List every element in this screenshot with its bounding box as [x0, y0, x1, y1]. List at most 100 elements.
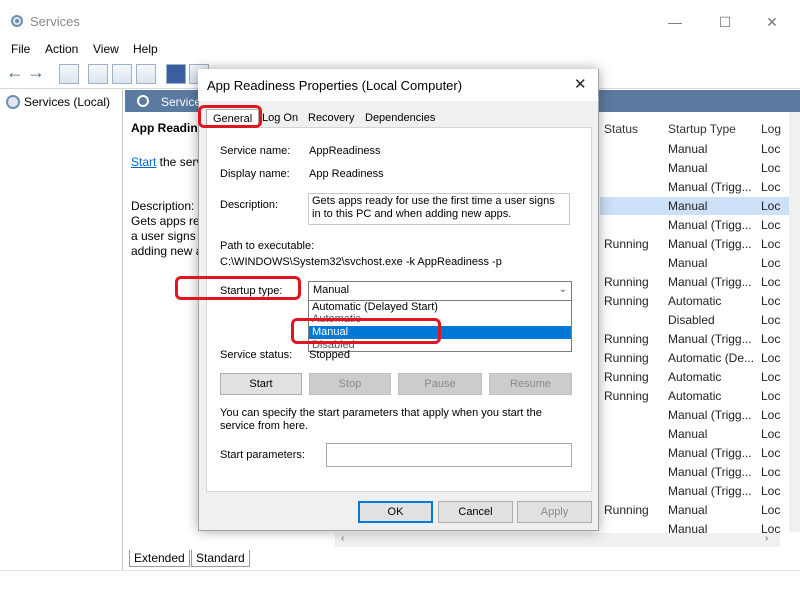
startup-type-value: Manual — [313, 284, 350, 296]
selected-service-title: App Readine — [131, 121, 205, 135]
table-cell-startup[interactable]: Automatic (De... — [668, 351, 754, 365]
close-icon[interactable]: ✕ — [574, 75, 587, 93]
menu-file[interactable]: File — [11, 42, 30, 56]
export-icon[interactable] — [136, 64, 156, 84]
table-cell-startup[interactable]: Manual (Trigg... — [668, 484, 752, 498]
description-line: adding new a — [131, 244, 203, 258]
minimize-icon[interactable]: — — [660, 8, 690, 36]
startup-type-select[interactable]: Manual ⌄ — [308, 281, 572, 301]
column-header-log-on[interactable]: Log — [761, 122, 781, 136]
menu-help[interactable]: Help — [133, 42, 158, 56]
table-cell-logon[interactable]: Loc — [761, 294, 780, 308]
table-cell-status[interactable]: Running — [604, 351, 649, 365]
table-cell-startup[interactable]: Manual (Trigg... — [668, 218, 752, 232]
start-service-text: the serv — [156, 155, 203, 169]
menu-view[interactable]: View — [93, 42, 119, 56]
status-bar — [0, 570, 800, 601]
table-cell-startup[interactable]: Manual (Trigg... — [668, 275, 752, 289]
refresh-icon[interactable] — [112, 64, 132, 84]
table-cell-startup[interactable]: Manual — [668, 427, 707, 441]
display-name-label: Display name: — [220, 168, 290, 180]
table-cell-logon[interactable]: Loc — [761, 427, 780, 441]
table-cell-startup[interactable]: Automatic — [668, 389, 721, 403]
description-label: Description: — [220, 199, 279, 211]
table-cell-startup[interactable]: Manual (Trigg... — [668, 180, 752, 194]
horizontal-scrollbar[interactable]: ‹ › — [335, 533, 780, 547]
table-cell-logon[interactable]: Loc — [761, 199, 780, 213]
table-cell-logon[interactable]: Loc — [761, 142, 780, 156]
annotation-highlight-manual-option — [291, 318, 441, 344]
tree-item-label: Services (Local) — [24, 95, 111, 109]
back-icon[interactable]: ← — [6, 62, 24, 83]
table-cell-logon[interactable]: Loc — [761, 370, 780, 384]
table-cell-logon[interactable]: Loc — [761, 218, 780, 232]
table-cell-status[interactable]: Running — [604, 503, 649, 517]
column-header-status[interactable]: Status — [604, 122, 638, 136]
table-cell-logon[interactable]: Loc — [761, 503, 780, 517]
ok-button[interactable]: OK — [358, 501, 433, 523]
cancel-button[interactable]: Cancel — [438, 501, 513, 523]
pause-button[interactable]: Pause — [398, 373, 482, 395]
start-parameters-input[interactable] — [326, 443, 572, 467]
table-cell-logon[interactable]: Loc — [761, 446, 780, 460]
table-cell-status[interactable]: Running — [604, 332, 649, 346]
table-cell-logon[interactable]: Loc — [761, 256, 780, 270]
properties-icon[interactable] — [88, 64, 108, 84]
table-cell-startup[interactable]: Manual (Trigg... — [668, 408, 752, 422]
table-cell-startup[interactable]: Manual — [668, 199, 707, 213]
table-cell-logon[interactable]: Loc — [761, 237, 780, 251]
resume-button[interactable]: Resume — [489, 373, 572, 395]
table-cell-startup[interactable]: Automatic — [668, 370, 721, 384]
chevron-down-icon: ⌄ — [558, 284, 567, 295]
table-cell-logon[interactable]: Loc — [761, 351, 780, 365]
help-icon[interactable] — [166, 64, 186, 84]
table-cell-logon[interactable]: Loc — [761, 389, 780, 403]
table-cell-logon[interactable]: Loc — [761, 408, 780, 422]
scroll-left-icon[interactable]: ‹ — [341, 533, 344, 544]
stop-button[interactable]: Stop — [309, 373, 391, 395]
table-cell-status[interactable]: Running — [604, 389, 649, 403]
menu-action[interactable]: Action — [45, 42, 78, 56]
start-service-link[interactable]: Start — [131, 155, 156, 169]
apply-button[interactable]: Apply — [517, 501, 592, 523]
vertical-scrollbar[interactable] — [789, 112, 800, 532]
table-cell-startup[interactable]: Manual — [668, 142, 707, 156]
tab-extended[interactable]: Extended — [129, 550, 190, 567]
table-cell-startup[interactable]: Manual — [668, 256, 707, 270]
forward-icon[interactable]: → — [27, 62, 45, 83]
table-cell-startup[interactable]: Manual (Trigg... — [668, 332, 752, 346]
table-cell-startup[interactable]: Disabled — [668, 313, 715, 327]
table-cell-logon[interactable]: Loc — [761, 484, 780, 498]
column-header-startup-type[interactable]: Startup Type — [668, 122, 736, 136]
table-cell-startup[interactable]: Manual (Trigg... — [668, 237, 752, 251]
console-tree-icon[interactable] — [59, 64, 79, 84]
table-cell-logon[interactable]: Loc — [761, 465, 780, 479]
table-cell-logon[interactable]: Loc — [761, 180, 780, 194]
close-icon[interactable]: ✕ — [757, 8, 787, 36]
tab-standard[interactable]: Standard — [191, 550, 250, 567]
table-cell-startup[interactable]: Manual — [668, 161, 707, 175]
table-cell-status[interactable]: Running — [604, 370, 649, 384]
table-cell-startup[interactable]: Manual (Trigg... — [668, 446, 752, 460]
maximize-icon[interactable]: ☐ — [710, 8, 740, 36]
scroll-right-icon[interactable]: › — [765, 533, 768, 544]
table-cell-status[interactable]: Running — [604, 237, 649, 251]
tab-recovery[interactable]: Recovery — [302, 109, 360, 127]
table-cell-logon[interactable]: Loc — [761, 313, 780, 327]
table-cell-startup[interactable]: Automatic — [668, 294, 721, 308]
table-cell-logon[interactable]: Loc — [761, 275, 780, 289]
description-textbox[interactable]: Gets apps ready for use the first time a… — [308, 193, 570, 225]
table-cell-status[interactable]: Running — [604, 275, 649, 289]
start-button[interactable]: Start — [220, 373, 302, 395]
table-cell-status[interactable]: Running — [604, 294, 649, 308]
tab-dependencies[interactable]: Dependencies — [359, 109, 441, 127]
table-cell-startup[interactable]: Manual (Trigg... — [668, 465, 752, 479]
tab-log-on[interactable]: Log On — [256, 109, 304, 127]
table-cell-logon[interactable]: Loc — [761, 161, 780, 175]
table-cell-startup[interactable]: Manual — [668, 503, 707, 517]
services-gear-icon — [137, 95, 149, 107]
table-cell-logon[interactable]: Loc — [761, 332, 780, 346]
description-line: a user signs i — [131, 229, 202, 243]
tree-item-services-local[interactable]: Services (Local) — [6, 93, 110, 111]
path-value: C:\WINDOWS\System32\svchost.exe -k AppRe… — [220, 256, 502, 268]
